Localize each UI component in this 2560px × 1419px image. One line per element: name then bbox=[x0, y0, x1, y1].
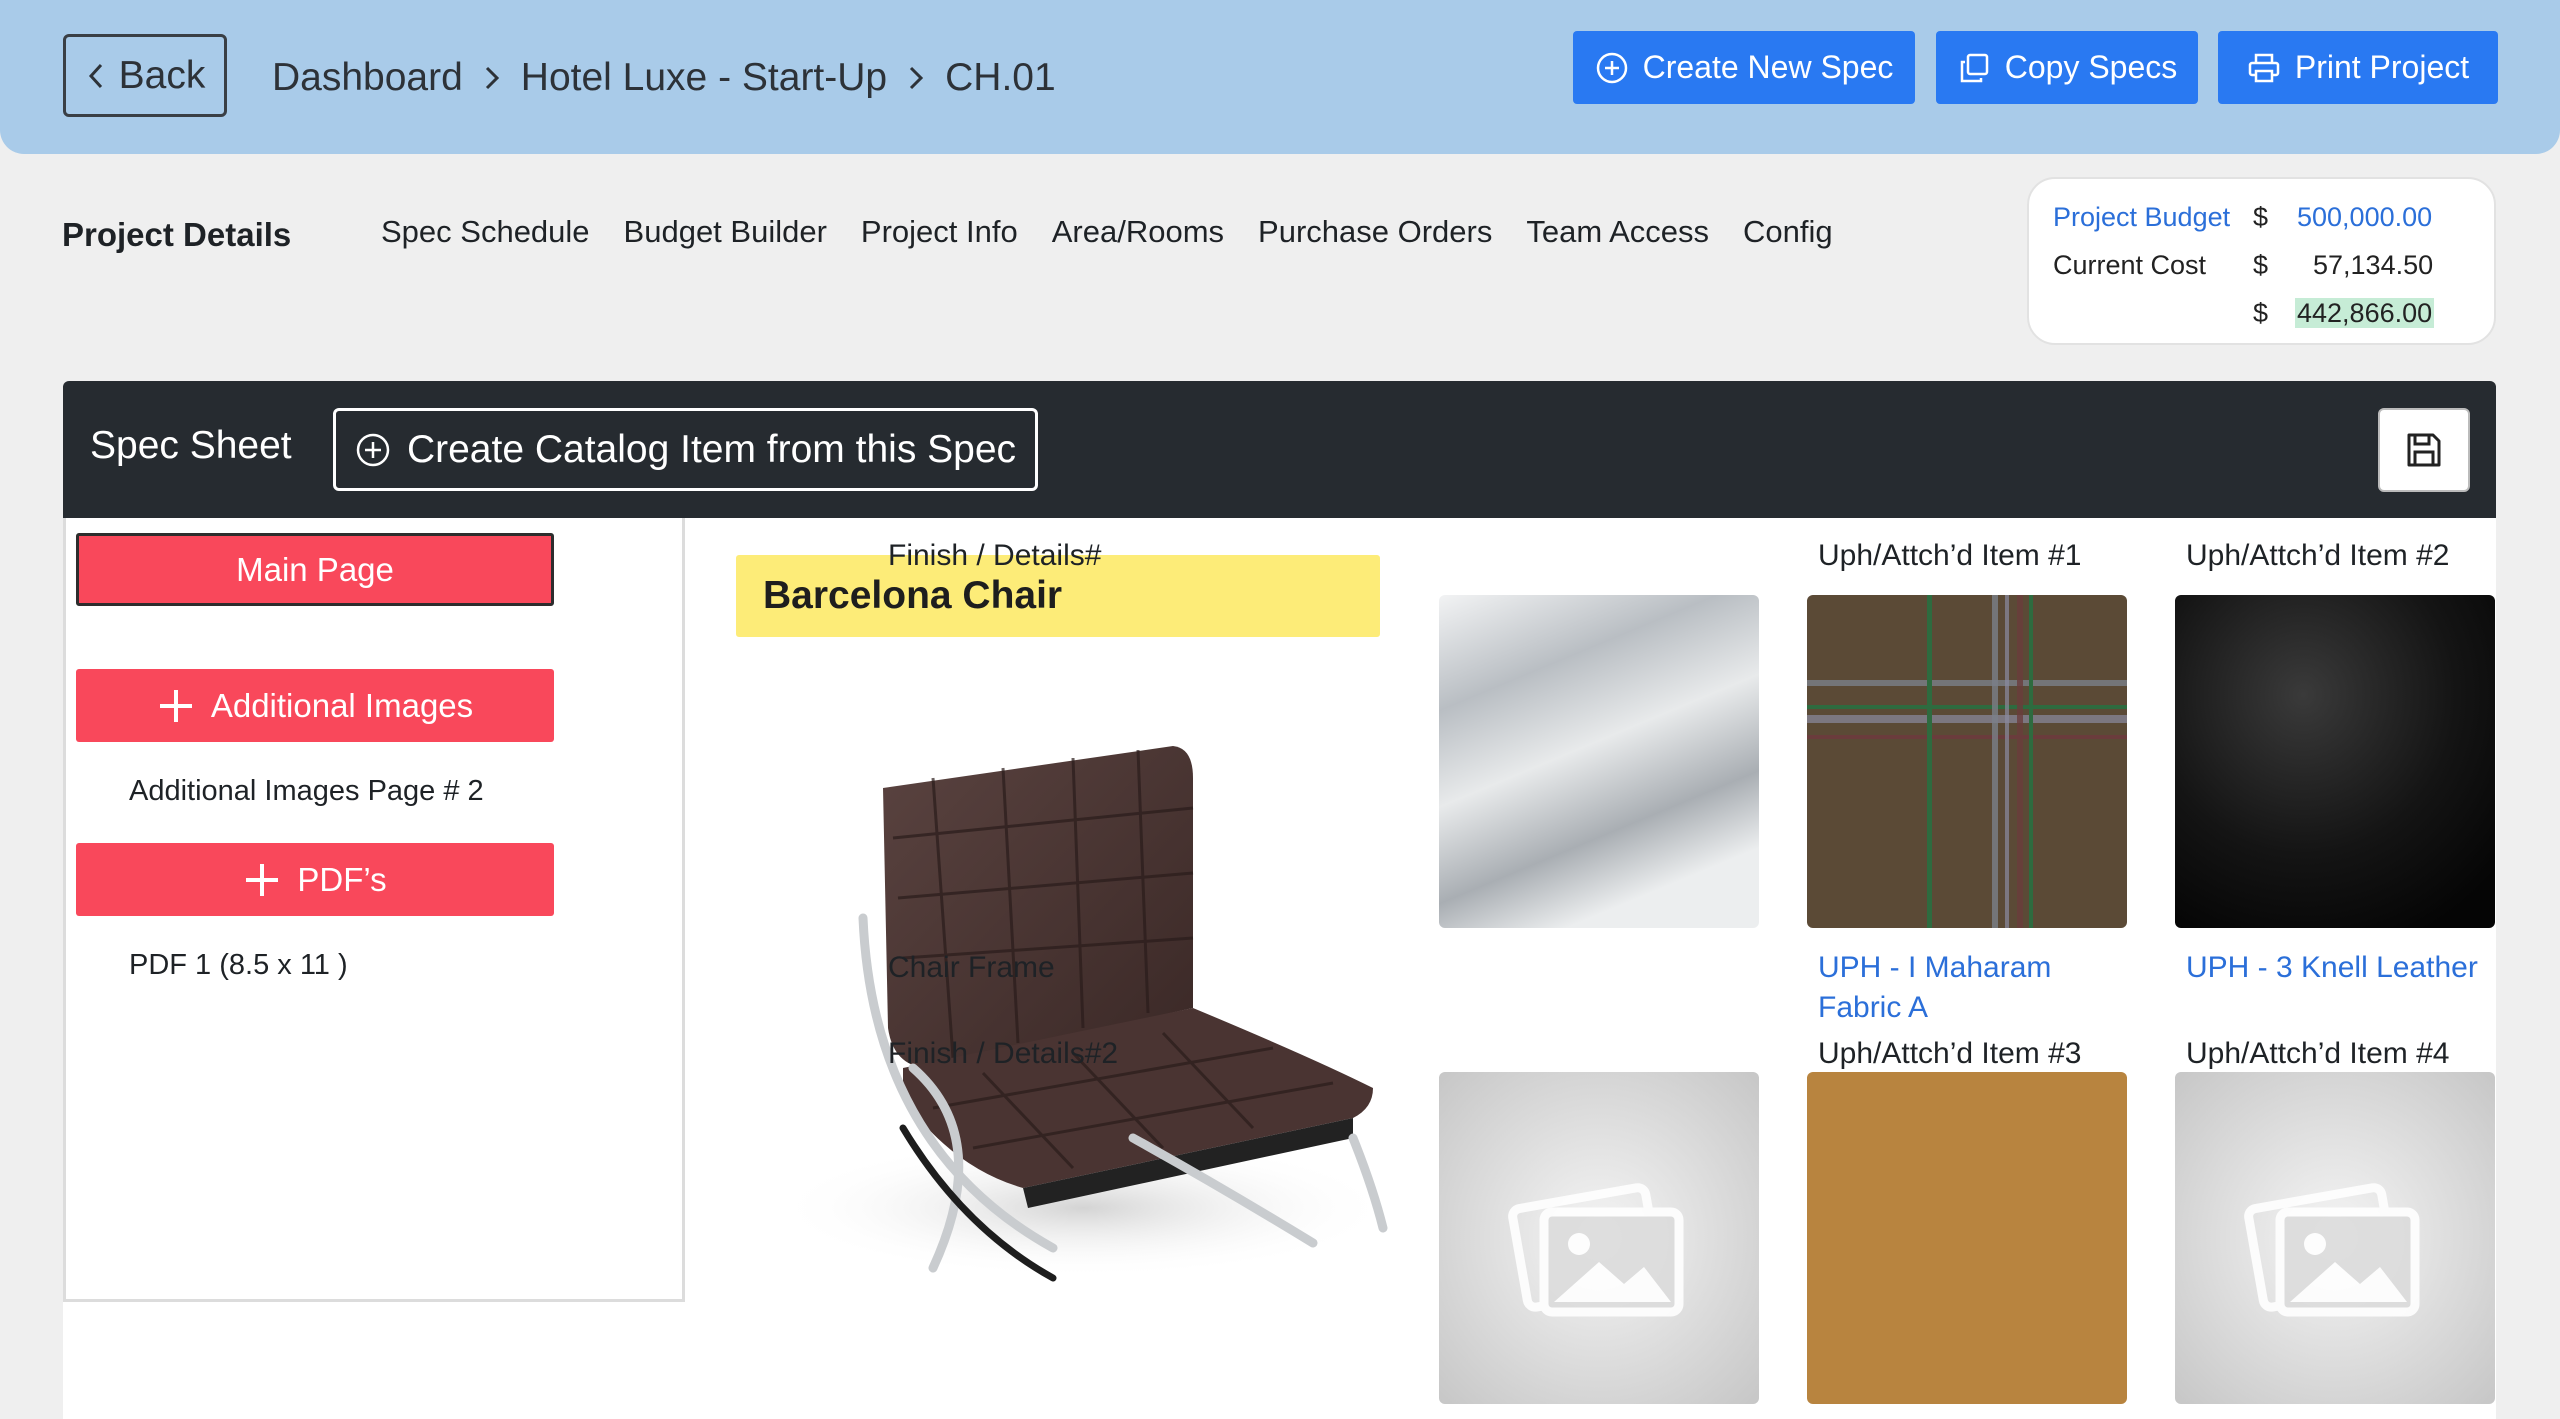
chevron-right-icon bbox=[483, 64, 501, 92]
copy-specs-button[interactable]: Copy Specs bbox=[1936, 31, 2198, 104]
print-project-label: Print Project bbox=[2294, 49, 2470, 85]
tab-budget-builder[interactable]: Budget Builder bbox=[624, 214, 827, 250]
top-header: Back Dashboard Hotel Luxe - Start-Up CH.… bbox=[0, 0, 2560, 154]
slot-heading-uph-item-3: Uph/Attch’d Item #3 bbox=[1818, 1037, 2082, 1070]
currency-symbol: $ bbox=[2253, 249, 2269, 280]
plus-circle-icon bbox=[1596, 52, 1627, 83]
currency-symbol: $ bbox=[2253, 201, 2269, 232]
project-budget-label: Project Budget bbox=[2053, 201, 2231, 232]
create-new-spec-label: Create New Spec bbox=[1642, 49, 1894, 85]
remaining-row: $ 442,866.00 bbox=[2053, 293, 2435, 333]
remaining-value: 442,866.00 bbox=[2295, 297, 2435, 328]
slot-heading-uph-item-1: Uph/Attch’d Item #1 bbox=[1818, 539, 2082, 572]
main-page-label: Main Page bbox=[236, 550, 394, 588]
tab-area-rooms[interactable]: Area/Rooms bbox=[1052, 214, 1224, 250]
swatch-knell-leather[interactable] bbox=[2175, 595, 2495, 928]
plus-circle-icon bbox=[356, 433, 390, 466]
chevron-right-icon bbox=[907, 64, 925, 92]
breadcrumb: Dashboard Hotel Luxe - Start-Up CH.01 bbox=[272, 48, 1056, 108]
create-catalog-item-label: Create Catalog Item from this Spec bbox=[406, 427, 1017, 471]
project-budget-row: Project Budget $ 500,000.00 bbox=[2053, 197, 2433, 237]
spec-sheet-toolbar: Spec Sheet Create Catalog Item from this… bbox=[63, 381, 2496, 518]
pdf-link[interactable]: PDF 1 (8.5 x 11 ) bbox=[129, 949, 348, 982]
copy-specs-label: Copy Specs bbox=[2004, 49, 2178, 85]
floppy-disk-icon bbox=[2407, 433, 2441, 467]
printer-icon bbox=[2248, 53, 2280, 82]
swatch-caption-knell-leather[interactable]: UPH - 3 Knell Leather bbox=[2186, 948, 2478, 988]
swatch-uph-item-3[interactable] bbox=[1807, 1072, 2127, 1404]
save-button[interactable] bbox=[2378, 408, 2470, 492]
swatch-caption-chair-frame: Chair Frame bbox=[888, 951, 1055, 984]
additional-images-button[interactable]: Additional Images bbox=[76, 669, 554, 742]
slot-heading-finish-details: Finish / Details# bbox=[888, 539, 1102, 572]
project-details-title: Project Details bbox=[62, 216, 292, 253]
print-project-button[interactable]: Print Project bbox=[2218, 31, 2498, 104]
pdfs-label: PDF’s bbox=[297, 860, 387, 898]
tab-spec-schedule[interactable]: Spec Schedule bbox=[381, 214, 590, 250]
budget-summary-card: Project Budget $ 500,000.00 Current Cost… bbox=[2027, 177, 2496, 345]
main-page-button[interactable]: Main Page bbox=[76, 533, 554, 606]
tab-config[interactable]: Config bbox=[1743, 214, 1833, 250]
slot-heading-finish-details-2: Finish / Details#2 bbox=[888, 1037, 1119, 1070]
spec-sidebar: Main Page Additional Images Additional I… bbox=[63, 518, 685, 1302]
swatch-placeholder-uph-4[interactable] bbox=[2175, 1072, 2495, 1404]
spec-sheet-body: Main Page Additional Images Additional I… bbox=[63, 518, 2496, 1419]
currency-symbol: $ bbox=[2253, 297, 2269, 328]
create-catalog-item-button[interactable]: Create Catalog Item from this Spec bbox=[333, 408, 1038, 491]
current-cost-value: 57,134.50 bbox=[2313, 249, 2434, 280]
back-label: Back bbox=[118, 53, 206, 97]
swatch-chair-frame[interactable] bbox=[1439, 595, 1759, 928]
swatch-caption-maharam-line1[interactable]: UPH - I Maharam bbox=[1818, 948, 2051, 988]
current-cost-row: Current Cost $ 57,134.50 bbox=[2053, 245, 2434, 285]
slot-heading-uph-item-4: Uph/Attch’d Item #4 bbox=[2186, 1037, 2450, 1070]
additional-images-label: Additional Images bbox=[210, 686, 474, 724]
swatch-maharam-fabric[interactable] bbox=[1807, 595, 2127, 928]
slot-heading-uph-item-2: Uph/Attch’d Item #2 bbox=[2186, 539, 2450, 572]
plus-icon bbox=[246, 863, 279, 896]
spec-sheet-title: Spec Sheet bbox=[90, 424, 292, 467]
breadcrumb-project[interactable]: Hotel Luxe - Start-Up bbox=[521, 56, 887, 100]
breadcrumb-current: CH.01 bbox=[945, 56, 1056, 99]
additional-images-page-link[interactable]: Additional Images Page # 2 bbox=[129, 775, 484, 808]
swatch-caption-maharam-line2[interactable]: Fabric A bbox=[1818, 988, 1928, 1028]
tab-team-access[interactable]: Team Access bbox=[1526, 214, 1709, 250]
chevron-left-icon bbox=[88, 63, 102, 88]
pdfs-button[interactable]: PDF’s bbox=[76, 843, 554, 916]
create-new-spec-button[interactable]: Create New Spec bbox=[1573, 31, 1915, 104]
project-nav-tabs: Spec Schedule Budget Builder Project Inf… bbox=[381, 214, 1833, 250]
tab-project-info[interactable]: Project Info bbox=[861, 214, 1018, 250]
tab-purchase-orders[interactable]: Purchase Orders bbox=[1258, 214, 1492, 250]
back-button[interactable]: Back bbox=[63, 34, 227, 117]
copy-icon bbox=[1960, 53, 1988, 82]
product-image bbox=[753, 668, 1393, 1298]
current-cost-label: Current Cost bbox=[2053, 249, 2207, 280]
project-budget-value: 500,000.00 bbox=[2297, 201, 2433, 232]
breadcrumb-dashboard[interactable]: Dashboard bbox=[272, 56, 463, 100]
plus-icon bbox=[159, 689, 192, 722]
swatch-placeholder-finish-2[interactable] bbox=[1439, 1072, 1759, 1404]
